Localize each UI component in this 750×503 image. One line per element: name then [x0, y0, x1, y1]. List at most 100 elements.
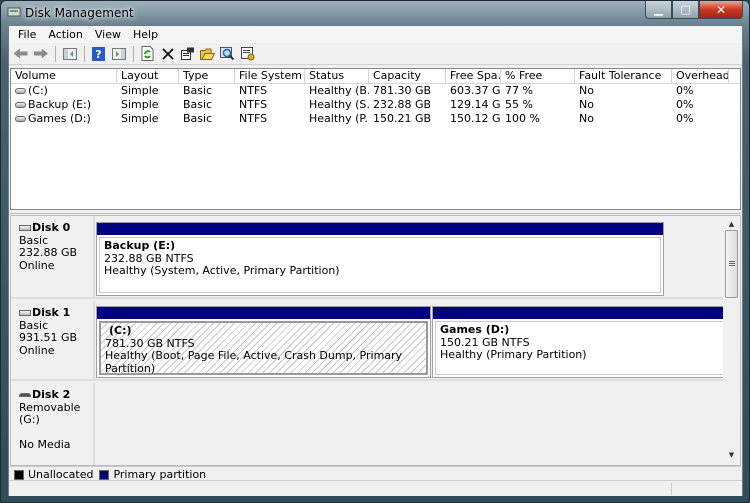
volume-name: (C:) — [28, 84, 48, 97]
scroll-up-icon[interactable]: ▲ — [726, 220, 737, 230]
back-arrow-icon — [13, 48, 28, 59]
menu-view[interactable]: View — [89, 28, 127, 41]
disk-size: 931.51 GB — [19, 331, 78, 344]
primary-partition-swatch — [99, 469, 110, 480]
disk-0-info[interactable]: Disk 0 Basic 232.88 GB Online — [11, 216, 95, 297]
maximize-icon: □ — [680, 3, 691, 16]
primary-partition-bar — [97, 307, 430, 319]
disk-management-app-icon — [7, 7, 21, 17]
disk-1-row: Disk 1 Basic 931.51 GB Online (C:) 781.3… — [11, 301, 727, 381]
drive-icon — [15, 88, 26, 94]
hard-disk-icon — [19, 225, 31, 231]
scrollbar-thumb[interactable] — [725, 230, 738, 298]
refresh-button[interactable] — [138, 45, 157, 63]
partition-c[interactable]: (C:) 781.30 GB NTFS Healthy (Boot, Page … — [96, 306, 431, 378]
show-hide-console-tree-button[interactable] — [60, 45, 79, 63]
disk-1-info[interactable]: Disk 1 Basic 931.51 GB Online — [11, 301, 95, 379]
type-cell: Basic — [183, 98, 213, 111]
file-system-cell: NTFS — [239, 112, 268, 125]
minimize-button[interactable]: ▁ — [645, 1, 672, 19]
partition-body: Games (D:) 150.21 GB NTFS Healthy (Prima… — [435, 321, 724, 375]
forward-arrow-icon — [34, 49, 48, 59]
column-header-overhead[interactable]: Overhead — [672, 69, 729, 83]
primary-partition-bar — [433, 307, 726, 319]
free-space-cell: 129.14 GB — [450, 98, 501, 111]
volume-row-e[interactable]: Backup (E:) Simple Basic NTFS Healthy (S… — [11, 98, 740, 112]
help-button[interactable]: ? — [89, 45, 108, 63]
title-bar[interactable]: Disk Management ▁ □ ✕ — [1, 1, 749, 25]
disk-status: Online — [19, 258, 55, 272]
type-cell: Basic — [183, 112, 213, 125]
properties-button[interactable] — [178, 45, 197, 63]
status-bar-separator — [671, 483, 672, 495]
open-button[interactable] — [198, 45, 217, 63]
disk-status: No Media — [19, 437, 71, 451]
back-button[interactable] — [11, 45, 30, 63]
minimize-icon: ▁ — [654, 3, 663, 16]
column-header-layout[interactable]: Layout — [117, 69, 179, 83]
partition-games-d[interactable]: Games (D:) 150.21 GB NTFS Healthy (Prima… — [432, 306, 727, 378]
partition-body-selected: (C:) 781.30 GB NTFS Healthy (Boot, Page … — [99, 321, 428, 375]
maximize-button[interactable]: □ — [672, 1, 699, 19]
disk-name: Disk 1 — [32, 306, 71, 319]
disk-0-row: Disk 0 Basic 232.88 GB Online Backup (E:… — [11, 216, 723, 299]
menu-file[interactable]: File — [12, 28, 42, 41]
primary-partition-bar — [97, 223, 663, 235]
delete-button[interactable] — [158, 45, 177, 63]
column-header-status[interactable]: Status — [305, 69, 369, 83]
column-header-fault-tolerance[interactable]: Fault Tolerance — [575, 69, 672, 83]
layout-cell: Simple — [121, 98, 159, 111]
disk-size — [19, 427, 93, 439]
delete-icon — [161, 47, 174, 60]
menu-action[interactable]: Action — [42, 28, 88, 41]
free-space-cell: 150.12 GB — [450, 112, 501, 125]
partition-title: (C:) — [109, 324, 132, 337]
type-cell: Basic — [183, 84, 213, 97]
file-system-cell: NTFS — [239, 84, 268, 97]
capacity-cell: 150.21 GB — [373, 112, 432, 125]
layout-cell: Simple — [121, 84, 159, 97]
partition-status: Healthy (System, Active, Primary Partiti… — [104, 264, 340, 277]
toolbar: ? — [9, 43, 742, 65]
refresh-icon — [141, 46, 154, 61]
menu-bar: File Action View Help — [9, 26, 742, 43]
partition-status: Healthy (Boot, Page File, Active, Crash … — [105, 349, 403, 375]
partition-title: Backup (E:) — [104, 239, 176, 252]
client-area: File Action View Help ? Volume Layout Ty… — [8, 25, 743, 496]
partition-backup-e[interactable]: Backup (E:) 232.88 GB NTFS Healthy (Syst… — [96, 222, 664, 296]
settings-icon — [240, 46, 254, 60]
volume-list[interactable]: Volume Layout Type File System Status Ca… — [10, 68, 741, 210]
disk-2-info[interactable]: Disk 2 Removable (G:) No Media — [11, 383, 95, 465]
column-header-type[interactable]: Type — [179, 69, 235, 83]
open-folder-icon — [200, 48, 215, 60]
status-cell: Healthy (S... — [309, 98, 369, 111]
column-header-volume[interactable]: Volume — [11, 69, 117, 83]
fault-tolerance-cell: No — [579, 112, 594, 125]
grip-icon — [729, 261, 735, 262]
action-pane-icon — [111, 47, 126, 60]
drive-icon — [15, 102, 26, 108]
file-system-cell: NTFS — [239, 98, 268, 111]
menu-help[interactable]: Help — [127, 28, 164, 41]
volume-name: Backup (E:) — [28, 98, 92, 111]
unallocated-swatch — [14, 469, 24, 480]
disk-size: 232.88 GB — [19, 246, 78, 259]
properties-icon — [180, 47, 194, 60]
close-button[interactable]: ✕ — [699, 1, 743, 19]
percent-free-cell: 55 % — [505, 98, 533, 111]
settings-button[interactable] — [238, 45, 257, 63]
volume-row-c[interactable]: (C:) Simple Basic NTFS Healthy (B... 781… — [11, 84, 740, 98]
pane-splitter[interactable] — [10, 210, 741, 214]
toolbar-separator — [84, 45, 85, 62]
scroll-down-icon[interactable]: ▼ — [726, 451, 737, 461]
removable-disk-icon — [19, 393, 31, 397]
column-header-free-space[interactable]: Free Spa... — [446, 69, 501, 83]
volume-row-d[interactable]: Games (D:) Simple Basic NTFS Healthy (P.… — [11, 112, 740, 126]
column-header-capacity[interactable]: Capacity — [369, 69, 446, 83]
show-hide-action-pane-button[interactable] — [109, 45, 128, 63]
explore-button[interactable] — [218, 45, 237, 63]
column-header-file-system[interactable]: File System — [235, 69, 305, 83]
forward-button[interactable] — [31, 45, 50, 63]
column-header-percent-free[interactable]: % Free — [501, 69, 575, 83]
graphical-view-scrollbar[interactable]: ▲ ▼ — [723, 216, 740, 465]
